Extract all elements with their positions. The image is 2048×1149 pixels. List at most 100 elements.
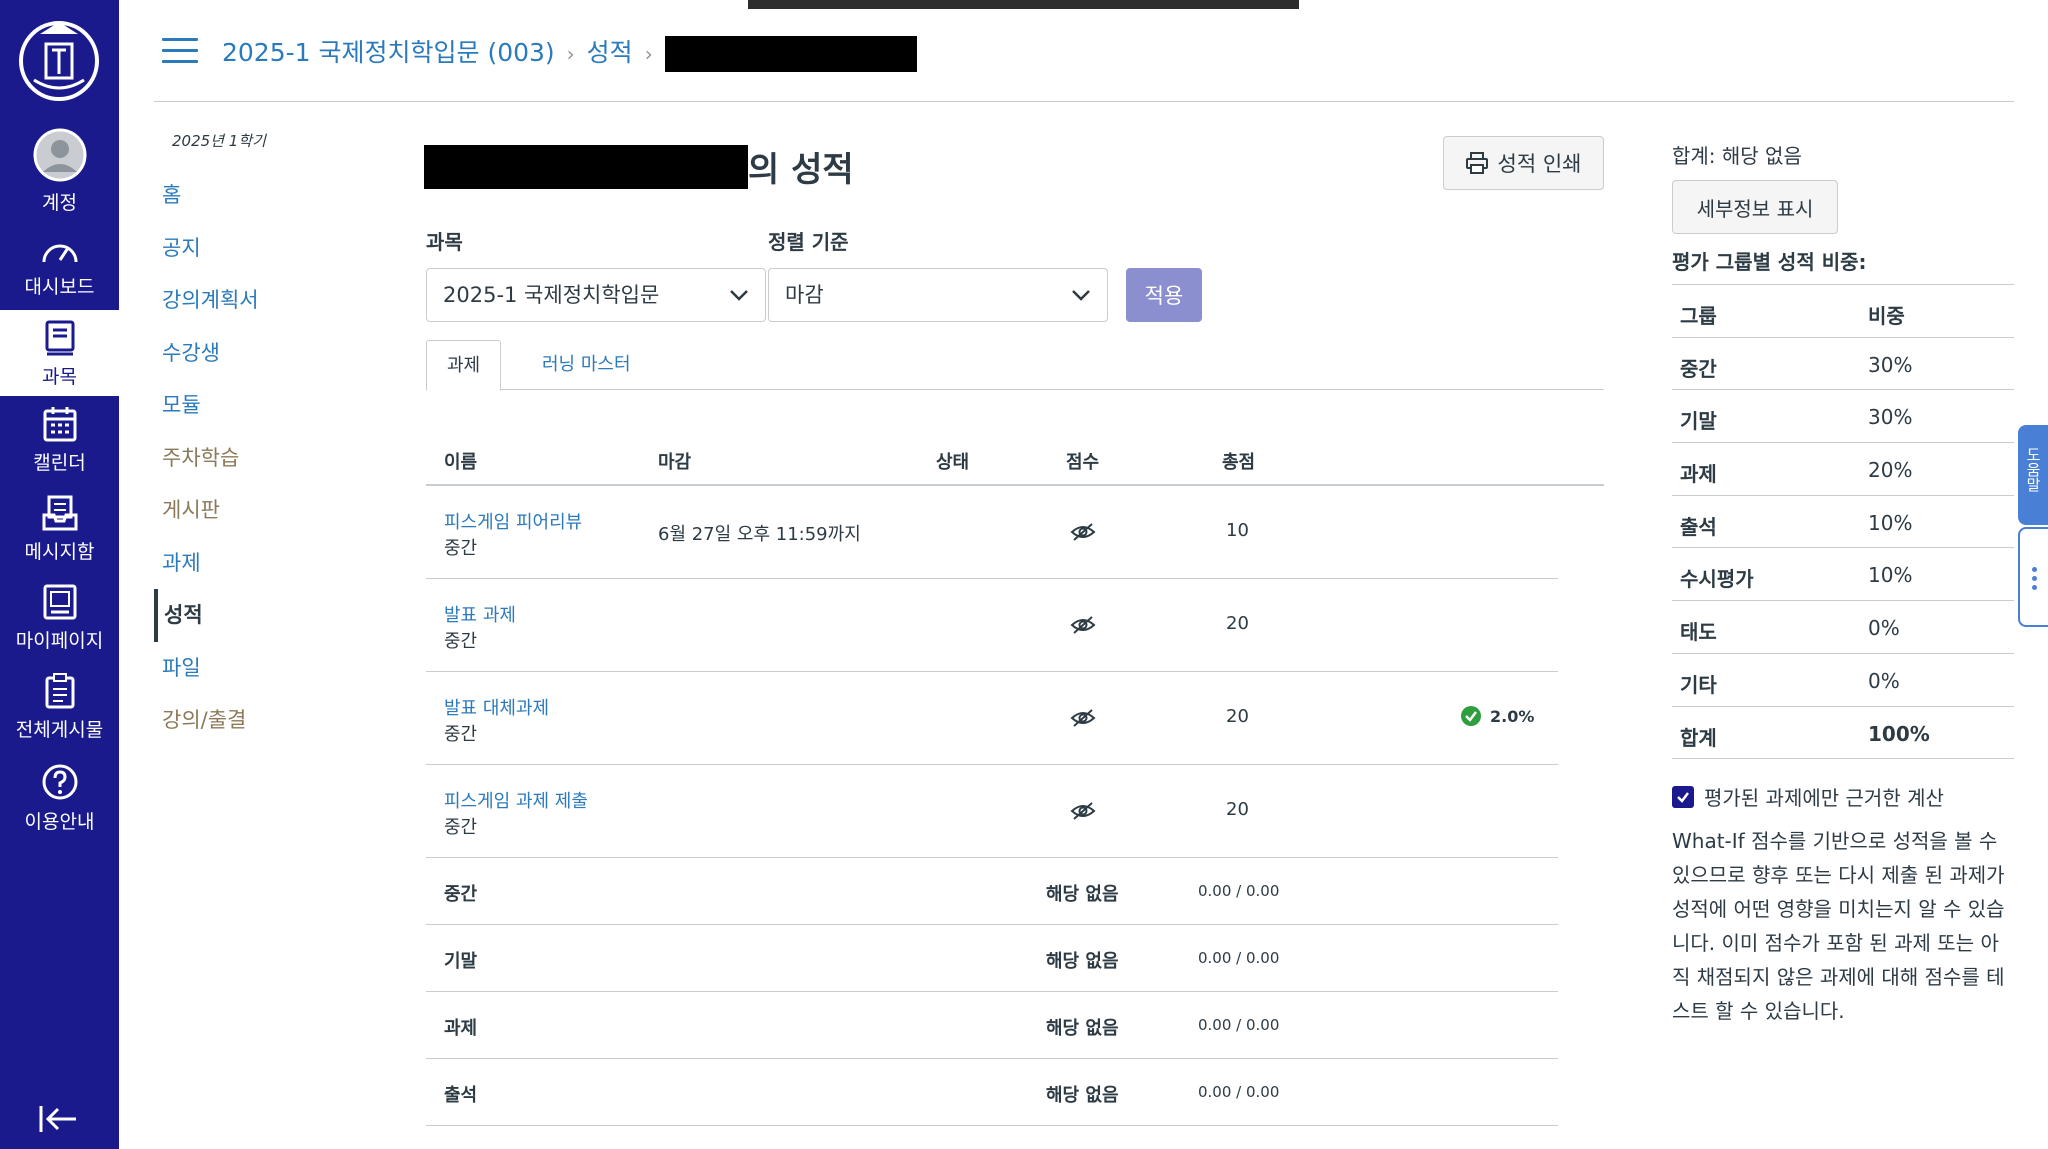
assignment-group: 중간: [444, 538, 478, 559]
course-nav-attendance[interactable]: 강의/출결: [154, 694, 404, 747]
weights-header: 그룹 비중: [1672, 285, 2014, 338]
hidden-eye-icon: [1070, 616, 1096, 634]
global-nav-label: 전체게시물: [15, 719, 104, 741]
table-row: 피스게임 피어리뷰 중간 6월 27일 오후 11:59까지 10: [426, 486, 1558, 579]
table-row: 피스게임 과제 제출 중간 20: [426, 765, 1558, 858]
global-nav-label: 이용안내: [24, 811, 95, 833]
redacted-student-name: [424, 144, 748, 189]
help-icon: [42, 764, 77, 800]
chevron-down-icon: [730, 290, 748, 301]
page-title: 의 성적: [424, 142, 854, 190]
weights-title: 평가 그룹별 성적 비중:: [1672, 250, 1867, 274]
inbox-icon: [42, 495, 77, 531]
assignment-due: 6월 27일 오후 11:59까지: [658, 524, 861, 545]
printer-icon: [1465, 152, 1488, 174]
assignment-group: 중간: [444, 631, 478, 652]
course-select-label: 과목: [426, 230, 463, 254]
global-nav-label: 마이페이지: [15, 630, 104, 652]
help-tab[interactable]: 도움말: [2018, 425, 2048, 525]
global-nav-label: 대시보드: [24, 276, 95, 298]
group-total-row: 출석 해당 없음 0.00 / 0.00: [426, 1059, 1558, 1126]
global-nav-label: 계정: [42, 192, 77, 214]
tab-assignments[interactable]: 과제: [426, 340, 502, 391]
global-nav-label: 캘린더: [33, 452, 86, 474]
chevron-down-icon: [1072, 290, 1090, 301]
course-nav-grades[interactable]: 성적: [154, 589, 404, 642]
hamburger-menu-icon[interactable]: [162, 38, 198, 64]
weights-table: 그룹 비중 중간 30% 기말 30% 과제 20% 출석 10% 수시평가 10% 태도 0…: [1672, 284, 2014, 760]
assignment-group: 중간: [444, 724, 478, 745]
weight-row: 기말 30%: [1672, 390, 2014, 444]
university-logo-icon[interactable]: [18, 16, 100, 102]
sort-select[interactable]: 마감: [768, 268, 1108, 322]
course-nav-home[interactable]: 홈: [154, 169, 404, 222]
global-nav-inbox[interactable]: 메시지함: [0, 495, 119, 564]
total-grade: 합계: 해당 없음: [1672, 144, 1802, 168]
group-total-row: 과제 해당 없음 0.00 / 0.00: [426, 992, 1558, 1059]
global-nav-dashboard[interactable]: 대시보드: [0, 236, 119, 299]
mypage-icon: [43, 584, 76, 620]
global-nav-calendar[interactable]: 캘린더: [0, 406, 119, 475]
hidden-eye-icon: [1070, 802, 1096, 820]
column-name: 이름: [444, 452, 478, 473]
course-nav-assignments[interactable]: 과제: [154, 537, 404, 590]
global-nav-all-posts[interactable]: 전체게시물: [0, 673, 119, 742]
redacted-student-name: [664, 36, 917, 72]
term-label: 2025년 1학기: [172, 132, 266, 150]
global-nav-account[interactable]: 계정: [0, 128, 119, 215]
course-select[interactable]: 2025-1 국제정치학입문: [426, 268, 766, 322]
more-options-icon[interactable]: [2018, 527, 2048, 627]
weight-row: 기타 0%: [1672, 654, 2014, 707]
assignment-link[interactable]: 피스게임 피어리뷰: [444, 508, 582, 534]
weight-row: 태도 0%: [1672, 601, 2014, 654]
hidden-eye-icon: [1070, 523, 1096, 541]
column-due: 마감: [658, 452, 692, 473]
board-icon: [45, 673, 74, 709]
global-nav-mypage[interactable]: 마이페이지: [0, 584, 119, 653]
group-total-row: 기말 해당 없음 0.00 / 0.00: [426, 925, 1558, 992]
user-icon: [33, 128, 86, 182]
course-nav-people[interactable]: 수강생: [154, 327, 404, 380]
table-row: 발표 과제 중간 20: [426, 579, 1558, 672]
breadcrumb: 2025-1 국제정치학입문 (003) › 성적 ›: [222, 33, 917, 72]
assignment-total: 20: [1226, 706, 1249, 727]
breadcrumb-separator-icon: ›: [644, 42, 653, 66]
course-nav-modules[interactable]: 모듈: [154, 379, 404, 432]
course-nav-announcements[interactable]: 공지: [154, 222, 404, 275]
course-nav-weekly[interactable]: 주차학습: [154, 432, 404, 485]
checkbox-checked-icon: [1672, 785, 1694, 808]
what-if-description: What-If 점수를 기반으로 성적을 볼 수 있으므로 향후 또는 다시 제…: [1672, 829, 2005, 1023]
apply-button[interactable]: 적용: [1126, 268, 1202, 322]
course-nav-discussions[interactable]: 게시판: [154, 484, 404, 537]
sort-select-label: 정렬 기준: [768, 230, 849, 254]
weight-row: 중간 30%: [1672, 338, 2014, 391]
dashboard-icon: [42, 244, 77, 263]
course-icon: [45, 320, 74, 356]
assignment-group: 중간: [444, 817, 478, 838]
course-nav-files[interactable]: 파일: [154, 642, 404, 695]
tab-learning-mastery[interactable]: 러닝 마스터: [522, 340, 651, 391]
assignment-link[interactable]: 발표 대체과제: [444, 694, 549, 720]
global-nav-guide[interactable]: 이용안내: [0, 763, 119, 834]
assignment-total: 20: [1226, 799, 1249, 820]
assignment-link[interactable]: 피스게임 과제 제출: [444, 787, 588, 813]
global-nav-label: 메시지함: [24, 541, 95, 563]
global-nav-label: 과목: [42, 366, 77, 388]
print-grades-button[interactable]: 성적 인쇄: [1443, 136, 1604, 190]
global-nav: 계정 대시보드 과목 캘린더 메시지함 마이페이지 전체게시물 이용안내: [0, 0, 119, 1149]
graded-only-checkbox[interactable]: 평가된 과제에만 근거한 계산: [1672, 782, 1944, 811]
grade-tabs: 과제 러닝 마스터: [426, 340, 1604, 391]
column-total: 총점: [1222, 452, 1256, 473]
breadcrumb-grades[interactable]: 성적: [587, 38, 633, 67]
collapse-nav-icon[interactable]: [38, 1102, 78, 1140]
weight-row: 출석 10%: [1672, 496, 2014, 549]
global-nav-courses[interactable]: 과목: [0, 310, 119, 396]
column-score: 점수: [1066, 452, 1100, 473]
breadcrumb-course[interactable]: 2025-1 국제정치학입문 (003): [222, 38, 555, 67]
show-details-button[interactable]: 세부정보 표시: [1672, 180, 1838, 234]
course-nav-syllabus[interactable]: 강의계획서: [154, 274, 404, 327]
weight-row-total: 합계 100%: [1672, 707, 2014, 760]
assignment-total: 20: [1226, 613, 1249, 634]
weight-percent-badge: 2.0%: [1460, 705, 1534, 727]
assignment-link[interactable]: 발표 과제: [444, 601, 516, 627]
